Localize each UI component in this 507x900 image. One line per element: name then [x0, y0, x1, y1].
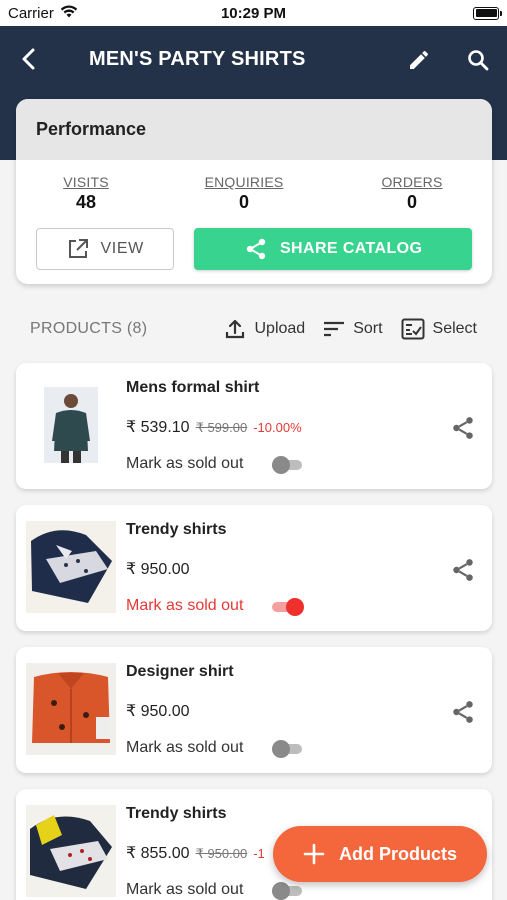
stat-enquiries[interactable]: ENQUIRIES 0 — [157, 174, 332, 218]
product-price-row: ₹ 855.00 ₹ 950.00 -1 — [126, 843, 265, 863]
sold-out-toggle[interactable] — [272, 598, 304, 616]
product-price: ₹ 950.00 — [126, 561, 190, 578]
performance-stats: VISITS 48 ENQUIRIES 0 ORDERS 0 — [16, 160, 492, 218]
product-image — [26, 663, 116, 755]
add-products-button[interactable]: Add Products — [273, 826, 487, 882]
product-image — [26, 521, 116, 613]
product-original-price: ₹ 599.00 — [195, 420, 248, 435]
sold-out-label: Mark as sold out — [126, 881, 244, 898]
stat-label: ENQUIRIES — [204, 174, 284, 190]
sold-out-label: Mark as sold out — [126, 739, 244, 756]
share-catalog-button[interactable]: SHARE CATALOG — [194, 228, 472, 270]
product-card[interactable]: Trendy shirts ₹ 950.00 Mark as sold out — [16, 505, 492, 631]
product-price-row: ₹ 539.10 ₹ 599.00 -10.00% — [126, 417, 302, 437]
product-original-price: ₹ 950.00 — [195, 846, 248, 861]
product-name: Designer shirt — [126, 663, 234, 680]
upload-button[interactable]: Upload — [224, 318, 305, 340]
share-icon — [246, 238, 266, 260]
back-button[interactable] — [14, 44, 44, 74]
sold-out-toggle[interactable] — [272, 882, 302, 900]
products-count: PRODUCTS (8) — [30, 320, 148, 337]
product-image — [26, 379, 116, 471]
performance-card: Performance VISITS 48 ENQUIRIES 0 ORDERS… — [16, 99, 492, 284]
product-price-row: ₹ 950.00 — [126, 559, 190, 579]
stat-value: 48 — [75, 192, 97, 212]
upload-icon — [226, 319, 245, 339]
page-title: MEN'S PARTY SHIRTS — [89, 48, 306, 70]
open-external-icon — [68, 239, 88, 258]
product-share-button[interactable] — [448, 555, 478, 585]
status-bar: Carrier 10:29 PM — [0, 0, 507, 26]
view-button[interactable]: VIEW — [36, 228, 175, 270]
product-name: Trendy shirts — [126, 805, 227, 822]
checklist-icon — [401, 318, 425, 340]
stat-value: 0 — [406, 192, 417, 212]
chevron-left-icon — [22, 48, 35, 70]
search-icon — [468, 50, 489, 71]
share-icon — [453, 701, 473, 723]
pencil-icon — [410, 50, 428, 69]
stat-label: VISITS — [63, 174, 109, 190]
wifi-icon — [60, 5, 78, 22]
select-label: Select — [432, 320, 477, 337]
sold-out-toggle[interactable] — [272, 740, 302, 758]
search-button[interactable] — [463, 45, 493, 75]
upload-label: Upload — [254, 320, 306, 337]
product-share-button[interactable] — [448, 413, 478, 443]
edit-button[interactable] — [404, 45, 434, 75]
product-image — [26, 805, 116, 897]
share-icon — [453, 417, 473, 439]
product-price: ₹ 950.00 — [126, 703, 190, 720]
performance-title: Performance — [16, 99, 492, 160]
stat-orders[interactable]: ORDERS 0 — [332, 174, 492, 218]
products-toolbar: PRODUCTS (8) Upload Sort Select — [30, 312, 477, 346]
product-discount: -10.00% — [253, 420, 302, 435]
share-catalog-label: SHARE CATALOG — [279, 240, 423, 257]
view-button-label: VIEW — [100, 240, 144, 257]
product-share-button[interactable] — [448, 697, 478, 727]
carrier-label: Carrier — [8, 4, 54, 22]
sort-label: Sort — [353, 320, 383, 337]
product-card[interactable]: Mens formal shirt ₹ 539.10 ₹ 599.00 -10.… — [16, 363, 492, 489]
sold-out-label: Mark as sold out — [126, 455, 244, 472]
sold-out-label: Mark as sold out — [126, 597, 244, 614]
product-discount: -1 — [253, 846, 265, 861]
product-name: Trendy shirts — [126, 521, 227, 538]
product-card[interactable]: Designer shirt ₹ 950.00 Mark as sold out — [16, 647, 492, 773]
add-products-label: Add Products — [338, 843, 457, 864]
share-icon — [453, 559, 473, 581]
product-price-row: ₹ 950.00 — [126, 701, 190, 721]
stat-value: 0 — [238, 192, 249, 212]
select-button[interactable]: Select — [401, 318, 477, 340]
stat-visits[interactable]: VISITS 48 — [16, 174, 156, 218]
product-price: ₹ 855.00 — [126, 845, 190, 862]
product-name: Mens formal shirt — [126, 379, 260, 396]
sold-out-toggle[interactable] — [272, 456, 302, 474]
sort-icon — [324, 321, 345, 337]
plus-icon — [303, 843, 325, 865]
stat-label: ORDERS — [381, 174, 443, 190]
battery-icon — [473, 6, 502, 20]
sort-button[interactable]: Sort — [323, 320, 383, 338]
product-price: ₹ 539.10 — [126, 419, 190, 436]
